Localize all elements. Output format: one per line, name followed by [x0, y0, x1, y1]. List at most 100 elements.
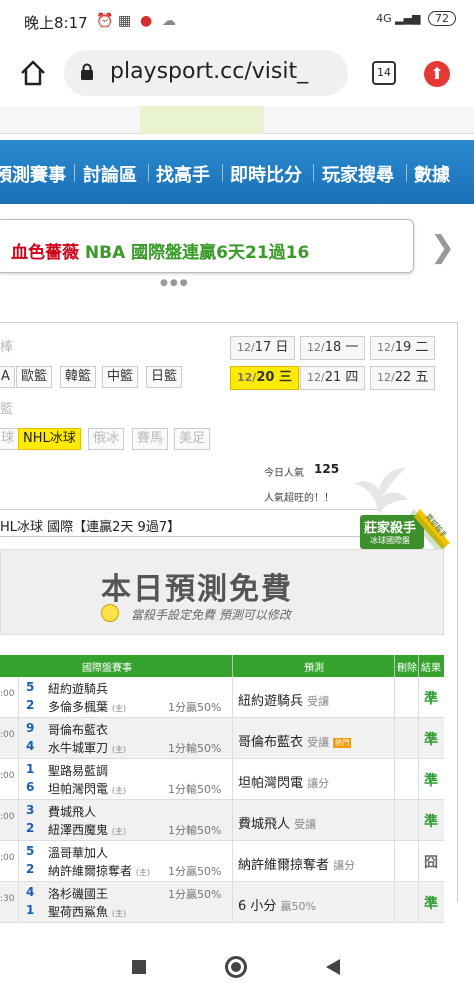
column-divider: [232, 655, 233, 677]
header-highlight-tab[interactable]: [140, 106, 264, 134]
date-month: 12/: [237, 341, 255, 354]
chevron-right-icon[interactable]: ❯: [430, 230, 455, 265]
handicap: 1分贏50%: [168, 865, 222, 878]
date-button[interactable]: 12/22 五: [370, 366, 436, 390]
result-mark: 準: [424, 814, 438, 830]
home-score: 2: [26, 698, 35, 712]
date-button-selected[interactable]: 12/20 三: [230, 366, 299, 390]
away-score: 5: [26, 680, 35, 694]
browser-toolbar: playsport.cc/visit_ 14 ⬆: [0, 44, 474, 106]
game-time: :00: [0, 689, 15, 699]
back-icon[interactable]: [326, 959, 340, 975]
game-time: :30: [0, 894, 15, 904]
pick-team: 費城飛人: [238, 817, 291, 832]
address-bar[interactable]: playsport.cc/visit_: [64, 50, 348, 96]
nav-divider: [406, 164, 407, 182]
table-row: :30 4 洛杉磯國王 1 聖荷西鯊魚 (主) 1分贏50% 6 小分 贏50%…: [0, 882, 444, 923]
header-pick: 預測: [304, 663, 324, 674]
home-circle-icon[interactable]: [225, 956, 247, 978]
pick-type: 讓分: [333, 859, 356, 872]
league-chip-euro-basketball[interactable]: 歐籃: [16, 366, 53, 388]
date-day: 17: [254, 340, 272, 355]
table-row: :00 5 溫哥華加人 2 納許維爾掠奪者 (主) 1分贏50% 納許維爾掠奪者…: [0, 841, 444, 882]
date-day: 18: [324, 340, 342, 355]
league-partial-label: 籃: [0, 402, 14, 417]
home-icon[interactable]: [18, 58, 48, 88]
nav-item-predict[interactable]: 預測賽事: [0, 161, 66, 187]
column-divider: [418, 800, 419, 841]
update-arrow-icon[interactable]: ⬆: [424, 61, 450, 87]
handicap: 1分贏50%: [168, 701, 222, 714]
league-chip-american-football[interactable]: 美足: [174, 428, 211, 450]
home-score: 1: [26, 903, 35, 917]
league-chip-horse-racing[interactable]: 賽馬: [132, 428, 169, 450]
prediction-table-header: 國際盤賽事 預測 刪除 結果: [0, 655, 444, 677]
status-right: 4G ▂▄▆ 72: [376, 11, 456, 26]
league-chip[interactable]: 球: [0, 428, 20, 450]
lock-icon: [81, 63, 93, 80]
date-weekday: 四: [345, 370, 359, 385]
column-divider: [418, 759, 419, 800]
column-divider: [394, 882, 395, 923]
ball-icon: [101, 604, 119, 622]
date-weekday: 五: [415, 370, 429, 385]
nav-item-experts[interactable]: 找高手: [156, 161, 210, 187]
column-divider: [418, 677, 419, 718]
banner-name: 血色薔薇: [11, 243, 79, 263]
pick-type: 讓分: [307, 777, 330, 790]
league-partial-label: 棒: [0, 340, 14, 355]
pick-type: 受讓: [294, 818, 317, 831]
away-team: 紐約遊騎兵: [48, 682, 109, 696]
table-row: :00 9 哥倫布藍衣 4 水牛城軍刀 (主) 1分輸50% 哥倫布藍衣 受讓 …: [0, 718, 444, 759]
nav-item-data[interactable]: 數據: [414, 161, 450, 187]
league-chip-japan-basketball[interactable]: 日籃: [146, 366, 183, 388]
league-chip[interactable]: A: [0, 366, 15, 388]
alarm-icon: ⏰: [96, 13, 114, 29]
date-button[interactable]: 12/18 一: [300, 336, 366, 360]
pick-type: 受讓: [307, 736, 330, 749]
home-team: 納許維爾掠奪者: [48, 864, 133, 878]
free-title: 本日預測免費: [101, 572, 293, 607]
table-row: :00 1 聖路易藍調 6 坦帕灣閃電 (主) 1分輸50% 坦帕灣閃電 讓分 …: [0, 759, 444, 800]
home-tag: (主): [111, 745, 127, 754]
home-tag: (主): [111, 704, 127, 713]
column-divider: [18, 718, 19, 759]
recent-apps-icon[interactable]: [132, 960, 146, 974]
date-button[interactable]: 12/19 二: [370, 336, 436, 360]
nav-divider: [313, 164, 314, 182]
home-tag: (主): [111, 827, 127, 836]
date-button[interactable]: 12/17 日: [230, 336, 296, 360]
league-chip-nhl[interactable]: NHL冰球: [18, 428, 81, 450]
url-text: playsport.cc/visit_: [110, 59, 309, 84]
league-chip-china-basketball[interactable]: 中籃: [102, 366, 139, 388]
pick-cell: 納許維爾掠奪者 讓分: [238, 854, 355, 873]
nav-item-forum[interactable]: 討論區: [83, 161, 137, 187]
away-score: 9: [26, 721, 35, 735]
badge-title: 莊家殺手: [364, 521, 417, 536]
date-month: 12/: [377, 371, 395, 384]
table-row: :00 5 紐約遊騎兵 2 多倫多楓葉 (主) 1分贏50% 紐約遊騎兵 受讓 …: [0, 677, 444, 718]
column-divider: [232, 882, 233, 923]
date-month: 12/: [377, 341, 395, 354]
date-day: 20: [256, 370, 275, 385]
header-game: 國際盤賽事: [82, 663, 132, 674]
date-button[interactable]: 12/21 四: [300, 366, 366, 390]
result-mark: 囧: [424, 855, 438, 871]
league-chip-korea-basketball[interactable]: 韓籃: [60, 366, 97, 388]
promo-banner[interactable]: 血色薔薇 NBA 國際盤連贏6天21過16: [0, 219, 414, 273]
pick-team: 6 小分: [238, 899, 277, 914]
away-score: 3: [26, 803, 35, 817]
tab-switcher-button[interactable]: 14: [372, 61, 396, 85]
home-team: 多倫多楓葉: [48, 700, 109, 714]
home-tag: (主): [135, 868, 151, 877]
league-chip-khl[interactable]: 俄冰: [88, 428, 125, 450]
home-tag: (主): [111, 909, 127, 918]
nav-item-livescore[interactable]: 即時比分: [230, 161, 302, 187]
column-divider: [232, 718, 233, 759]
column-divider: [418, 882, 419, 923]
result-mark: 準: [424, 896, 438, 912]
nav-item-player-search[interactable]: 玩家搜尋: [322, 161, 394, 187]
column-divider: [232, 677, 233, 718]
league-record-text: HL冰球 國際【連贏2天 9過7】: [0, 520, 181, 535]
popularity-label: 今日人氣: [264, 468, 304, 479]
